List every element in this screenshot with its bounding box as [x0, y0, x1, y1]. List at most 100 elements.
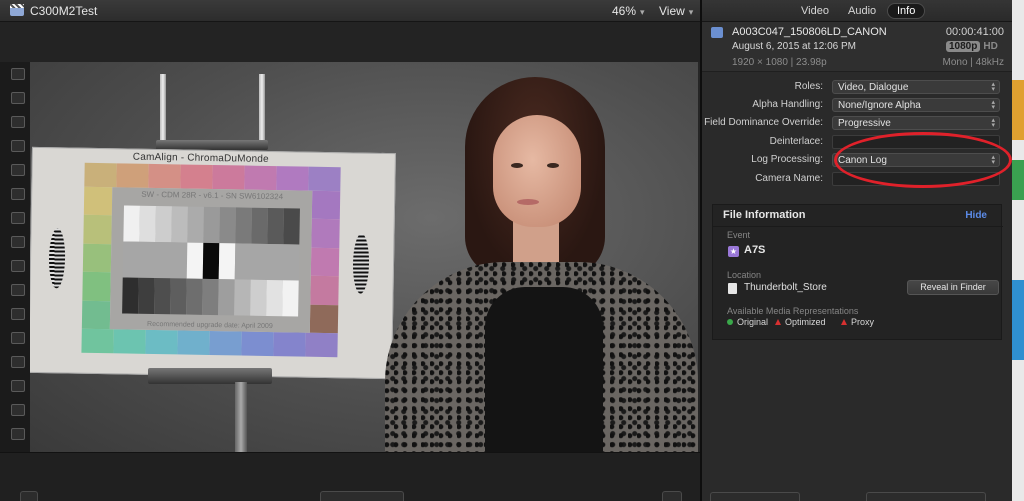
sprocket-hole: [11, 260, 25, 272]
event-star-icon: ★: [728, 246, 739, 257]
location-label: Location: [727, 270, 762, 280]
color-column-left: [81, 186, 113, 330]
clip-name: A003C047_150806LD_CANON: [732, 26, 887, 38]
sprocket-hole: [11, 380, 25, 392]
resolution-badge: 1080p HD: [946, 41, 998, 52]
sprocket-hole: [11, 164, 25, 176]
inspector-panel: Video Audio Info A003C047_150806LD_CANON…: [702, 0, 1012, 501]
available-dot-icon: [727, 319, 733, 325]
subject-face: [493, 115, 581, 227]
reveal-in-finder-button[interactable]: Reveal in Finder: [907, 280, 999, 295]
interview-subject: [385, 77, 698, 452]
sprocket-hole: [11, 404, 25, 416]
rep-proxy: Proxy: [841, 317, 874, 327]
siemens-star-left: [48, 228, 66, 289]
sprocket-hole: [11, 68, 25, 80]
tab-video[interactable]: Video: [792, 4, 838, 18]
divider: [713, 226, 1003, 227]
zoom-menu[interactable]: 46% ▾: [612, 4, 645, 18]
zoom-value: 46%: [612, 4, 637, 18]
chevron-down-icon: ▾: [640, 7, 645, 17]
stand-rod: [160, 74, 166, 144]
rep-proxy-label: Proxy: [851, 317, 875, 327]
background-window-edge: [1012, 0, 1024, 501]
subject-eye-right: [547, 163, 559, 168]
viewer-toolbar: C300M2Test 46% ▾ View ▾: [0, 0, 700, 22]
sprocket-hole: [11, 116, 25, 128]
location-name: Thunderbolt_Store: [744, 282, 827, 293]
clip-header: A003C047_150806LD_CANON 00:00:41:00 Augu…: [702, 22, 1012, 72]
missing-warning-icon: [775, 319, 781, 325]
field-dominance-value: Progressive: [838, 118, 891, 129]
sprocket-hole: [11, 308, 25, 320]
grayscale-patches: [122, 205, 300, 317]
inspector-footer-control[interactable]: [710, 492, 800, 501]
hide-button[interactable]: Hide: [965, 210, 987, 221]
document-icon: [728, 283, 737, 294]
log-processing-label: Log Processing:: [751, 154, 823, 165]
stepper-icon: ▴ ▾: [991, 99, 995, 111]
viewer-title: C300M2Test: [30, 4, 98, 18]
stepper-icon: ▴ ▾: [991, 81, 995, 93]
stand-rod: [259, 74, 265, 144]
rep-original-label: Original: [737, 317, 769, 327]
alpha-handling-value: None/Ignore Alpha: [838, 100, 921, 111]
annotation-circle: [834, 132, 1012, 188]
subject-lips: [517, 199, 539, 205]
chart-footer-label: Recommended upgrade date: April 2009: [146, 320, 273, 331]
gray-card: SW - CDM 28R - v6.1 - SN SW6102324 Recom…: [109, 187, 313, 333]
alpha-handling-label: Alpha Handling:: [752, 99, 823, 110]
playback-controls[interactable]: [320, 491, 404, 501]
color-row-bottom: [81, 328, 338, 358]
sprocket-hole: [11, 212, 25, 224]
event-name: A7S: [744, 244, 766, 256]
inspector-bottom-bar: [702, 492, 1012, 501]
field-dominance-select[interactable]: Progressive ▴ ▾: [832, 116, 1000, 130]
video-frame[interactable]: CamAlign - ChromaDuMonde SW - CDM 28R - …: [30, 62, 698, 452]
roles-select[interactable]: Video, Dialogue ▴ ▾: [832, 80, 1000, 94]
view-menu-label: View: [659, 4, 685, 18]
rep-optimized: Optimized: [775, 317, 826, 327]
resolution-active: 1080p: [946, 41, 981, 52]
background-window-sliver: [1012, 80, 1024, 140]
file-information-title: File Information: [723, 209, 806, 221]
deinterlace-label: Deinterlace:: [769, 136, 823, 147]
inspector-footer-control[interactable]: [866, 492, 986, 501]
roles-value: Video, Dialogue: [838, 82, 909, 93]
siemens-star-right: [352, 233, 370, 294]
alpha-handling-select[interactable]: None/Ignore Alpha ▴ ▾: [832, 98, 1000, 112]
viewer-panel: C300M2Test 46% ▾ View ▾ CamAlign - Chrom…: [0, 0, 700, 501]
background-window-sliver: [1012, 280, 1024, 360]
file-information-section: File Information Hide Event ★ A7S Locati…: [712, 204, 1003, 340]
chevron-down-icon: ▾: [688, 7, 694, 17]
sprocket-hole: [11, 428, 25, 440]
chart-clamp: [148, 368, 272, 384]
tab-audio[interactable]: Audio: [839, 4, 885, 18]
tab-info[interactable]: Info: [887, 3, 926, 19]
field-dominance-label: Field Dominance Override:: [704, 117, 823, 128]
view-menu[interactable]: View ▾: [659, 4, 693, 18]
media-representations-label: Available Media Representations: [727, 306, 859, 316]
sprocket-hole: [11, 356, 25, 368]
viewer-options-button[interactable]: [20, 491, 38, 501]
background-window-sliver: [1012, 160, 1024, 200]
chroma-du-monde-chart: CamAlign - ChromaDuMonde SW - CDM 28R - …: [30, 146, 396, 380]
camera-name-label: Camera Name:: [755, 173, 823, 184]
sprocket-hole: [11, 92, 25, 104]
subject-eye-left: [511, 163, 523, 168]
inspector-tab-bar: Video Audio Info: [702, 0, 1012, 22]
tripod-post: [235, 382, 247, 452]
sprocket-hole: [11, 140, 25, 152]
final-cut-pro-window: C300M2Test 46% ▾ View ▾ CamAlign - Chrom…: [0, 0, 1024, 501]
subject-blouse: [485, 287, 603, 452]
clapper-icon: [10, 4, 24, 16]
chart-header: CamAlign - ChromaDuMonde: [132, 151, 269, 165]
transport-controls: [0, 452, 700, 501]
missing-warning-icon: [841, 319, 847, 325]
roles-label: Roles:: [794, 81, 823, 92]
rep-optimized-label: Optimized: [785, 317, 826, 327]
fullscreen-button[interactable]: [662, 491, 682, 501]
sprocket-hole: [11, 188, 25, 200]
clip-duration: 00:00:41:00: [945, 26, 1004, 38]
chart-patch-label: SW - CDM 28R - v6.1 - SN SW6102324: [141, 189, 284, 202]
